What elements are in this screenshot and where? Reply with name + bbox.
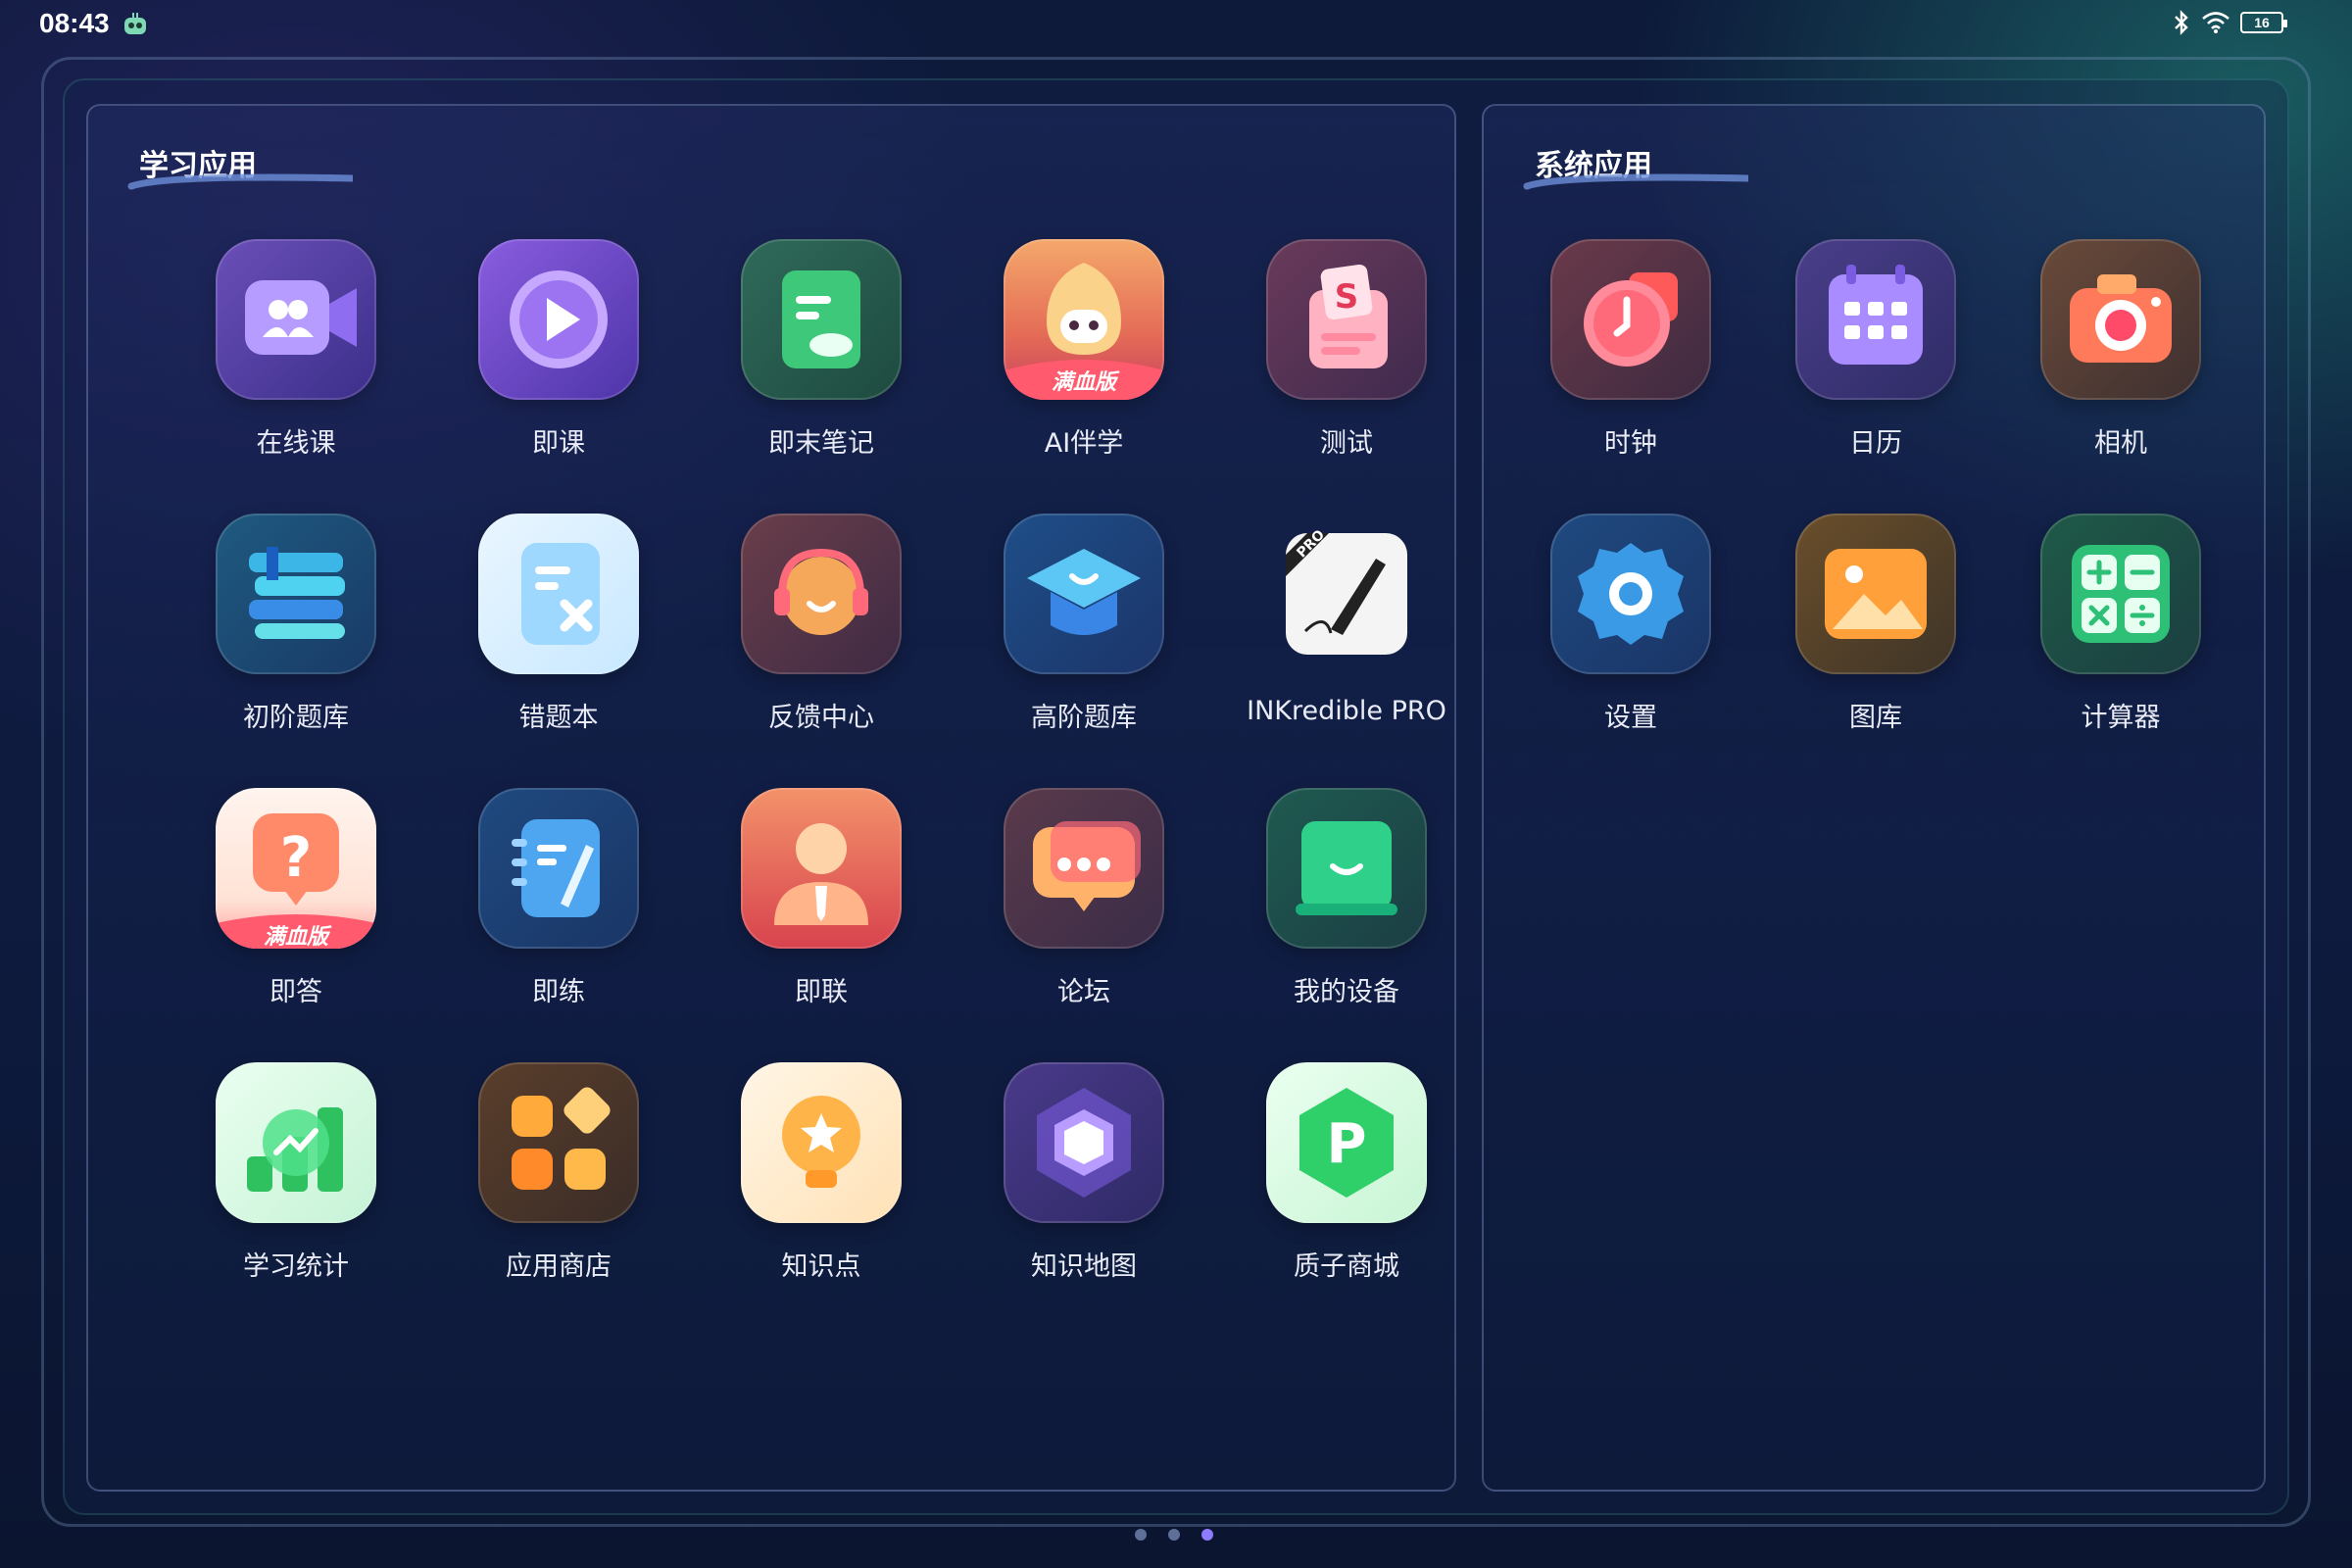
app-test[interactable]: S 测试 [1217, 239, 1452, 474]
play-icon [478, 239, 639, 400]
app-label: 相机 [2094, 428, 2147, 459]
stats-icon [216, 1062, 376, 1223]
svg-text:?: ? [280, 826, 312, 890]
page-dot-1[interactable] [1135, 1529, 1147, 1541]
app-study-stats[interactable]: 学习统计 [167, 1062, 402, 1298]
ai-mascot-icon: 满血版 [1004, 239, 1164, 400]
calendar-icon [1795, 239, 1956, 400]
app-knowledge-map[interactable]: 知识地图 [955, 1062, 1190, 1298]
title-underline [1523, 173, 1748, 190]
app-label: 在线课 [256, 428, 336, 459]
app-clock[interactable]: 时钟 [1501, 239, 1737, 474]
app-settings[interactable]: 设置 [1501, 514, 1737, 749]
app-label: INKredible PRO [1247, 696, 1446, 726]
app-jike[interactable]: 即课 [429, 239, 664, 474]
gear-icon [1550, 514, 1711, 674]
books-icon [216, 514, 376, 674]
app-feedback[interactable]: 反馈中心 [692, 514, 927, 749]
app-label: 反馈中心 [768, 703, 874, 733]
person-icon [741, 788, 902, 949]
status-bar: 08:43 16 [0, 0, 2352, 49]
app-label: 错题本 [518, 703, 599, 733]
app-jilian-connect[interactable]: 即联 [692, 788, 927, 1023]
app-inkredible[interactable]: PRO INKredible PRO [1217, 514, 1452, 749]
app-label: 学习统计 [243, 1251, 349, 1282]
wrong-question-icon [478, 514, 639, 674]
app-label: 测试 [1320, 428, 1373, 459]
test-icon: S [1266, 239, 1427, 400]
page-dot-2[interactable] [1168, 1529, 1180, 1541]
camera-icon [2040, 239, 2201, 400]
app-notes[interactable]: 即末笔记 [692, 239, 927, 474]
badge-label: 满血版 [1051, 370, 1116, 395]
learning-apps-panel: 学习应用 在线课 即课 即末笔记 满血版 AI伴学 S 测试 初阶题库 错题本 … [86, 104, 1456, 1492]
app-gallery[interactable]: 图库 [1746, 514, 1982, 749]
app-advanced-bank[interactable]: 高阶题库 [955, 514, 1190, 749]
bulb-star-icon [741, 1062, 902, 1223]
app-label: 即练 [532, 977, 585, 1007]
notebook-pen-icon [478, 788, 639, 949]
bluetooth-icon [2175, 10, 2188, 35]
app-label: 即末笔记 [768, 428, 874, 459]
app-camera[interactable]: 相机 [1991, 239, 2227, 474]
question-icon: ? 满血版 [216, 788, 376, 949]
gallery-icon [1795, 514, 1956, 674]
clock-icon [1550, 239, 1711, 400]
video-class-icon [216, 239, 376, 400]
device-icon [1266, 788, 1427, 949]
app-store-icon [478, 1062, 639, 1223]
app-label: 日历 [1849, 428, 1902, 459]
status-time: 08:43 [39, 8, 110, 38]
proton-store-icon: P [1266, 1062, 1427, 1223]
app-label: 时钟 [1604, 428, 1657, 459]
graduation-cap-icon [1004, 514, 1164, 674]
app-label: 知识点 [781, 1251, 861, 1282]
app-label: 设置 [1604, 703, 1657, 733]
wifi-icon [2202, 12, 2230, 33]
app-proton-store[interactable]: P 质子商城 [1217, 1062, 1452, 1298]
app-jida[interactable]: ? 满血版 即答 [167, 788, 402, 1023]
app-my-device[interactable]: 我的设备 [1217, 788, 1452, 1023]
page-indicator [1135, 1529, 1213, 1541]
system-apps-panel: 系统应用 时钟 日历 相机 设置 图库 计算器 [1482, 104, 2266, 1492]
app-calendar[interactable]: 日历 [1746, 239, 1982, 474]
app-label: 质子商城 [1294, 1251, 1399, 1282]
app-label: 即课 [532, 428, 585, 459]
app-forum[interactable]: 论坛 [955, 788, 1190, 1023]
app-label: 高阶题库 [1031, 703, 1137, 733]
app-basic-bank[interactable]: 初阶题库 [167, 514, 402, 749]
svg-text:S: S [1335, 277, 1359, 317]
app-calculator[interactable]: 计算器 [1991, 514, 2227, 749]
hexagon-icon [1004, 1062, 1164, 1223]
app-online-class[interactable]: 在线课 [167, 239, 402, 474]
app-label: AI伴学 [1044, 428, 1124, 459]
pen-icon: PRO [1266, 514, 1427, 674]
title-underline [127, 173, 353, 190]
battery-level: 16 [2254, 15, 2270, 30]
app-label: 我的设备 [1294, 977, 1399, 1007]
app-app-store[interactable]: 应用商店 [429, 1062, 664, 1298]
proton-badge: P [1326, 1112, 1366, 1176]
app-label: 应用商店 [506, 1251, 612, 1282]
app-ai-companion[interactable]: 满血版 AI伴学 [955, 239, 1190, 474]
badge-label: 满血版 [263, 925, 328, 949]
app-label: 初阶题库 [243, 703, 349, 733]
calculator-icon [2040, 514, 2201, 674]
app-label: 图库 [1849, 703, 1902, 733]
chat-bubble-icon [1004, 788, 1164, 949]
app-label: 即答 [270, 977, 322, 1007]
robot-icon [124, 13, 146, 34]
app-wrong-book[interactable]: 错题本 [429, 514, 664, 749]
app-label: 即联 [795, 977, 848, 1007]
app-label: 知识地图 [1031, 1251, 1137, 1282]
battery-icon: 16 [2240, 12, 2287, 33]
page-dot-3[interactable] [1201, 1529, 1213, 1541]
note-icon [741, 239, 902, 400]
app-label: 论坛 [1057, 977, 1110, 1007]
app-jilian-practice[interactable]: 即练 [429, 788, 664, 1023]
app-knowledge-point[interactable]: 知识点 [692, 1062, 927, 1298]
app-label: 计算器 [2081, 703, 2161, 733]
headset-icon [741, 514, 902, 674]
